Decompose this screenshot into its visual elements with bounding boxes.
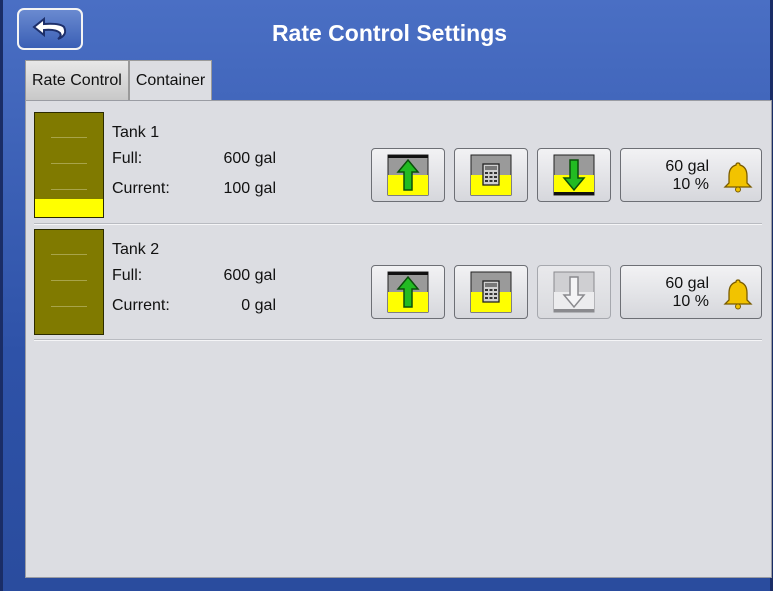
row-divider [34,223,762,225]
tank-alarm-button[interactable]: 60 gal 10 % [620,148,762,202]
current-value: 100 gal [223,180,277,197]
row-divider [34,339,762,341]
alarm-percent: 10 % [672,176,709,193]
tab-bar: Rate Control Container [25,60,213,100]
calculator-icon [470,154,512,196]
full-label: Full: [112,267,143,284]
tank-name: Tank 1 [112,124,160,141]
container-panel: Tank 1 Full: 600 gal Current: 100 gal 60… [25,100,772,578]
empty-tank-button[interactable] [537,265,611,319]
tank-row-2: Tank 2 Full: 600 gal Current: 0 gal 60 g… [34,229,762,347]
full-value: 600 gal [223,150,277,167]
tank-name: Tank 2 [112,241,160,258]
tab-rate-control[interactable]: Rate Control [25,60,129,100]
current-value: 0 gal [241,297,276,314]
fill-tank-icon [387,271,429,313]
tank-level-graphic [34,229,104,335]
bell-icon [723,162,753,193]
fill-tank-button[interactable] [371,148,445,202]
alarm-threshold: 60 gal 10 % [665,275,709,311]
fill-tank-icon [387,154,429,196]
empty-tank-icon [553,271,595,313]
full-value: 600 gal [223,267,277,284]
alarm-percent: 10 % [672,293,709,310]
empty-tank-button[interactable] [537,148,611,202]
bell-icon [723,279,753,310]
calculate-button[interactable] [454,148,528,202]
tank-level-graphic [34,112,104,218]
alarm-amount: 60 gal [665,275,709,292]
calculate-button[interactable] [454,265,528,319]
tank-alarm-button[interactable]: 60 gal 10 % [620,265,762,319]
app-window: Rate Control Settings Rate Control Conta… [0,0,773,591]
alarm-amount: 60 gal [665,158,709,175]
alarm-threshold: 60 gal 10 % [665,158,709,194]
fill-tank-button[interactable] [371,265,445,319]
title-bar: Rate Control Settings [3,0,773,68]
tank-row-1: Tank 1 Full: 600 gal Current: 100 gal 60… [34,112,762,230]
calculator-icon [470,271,512,313]
page-title: Rate Control Settings [271,20,508,46]
tank-fill-level [35,199,103,217]
full-label: Full: [112,150,143,167]
empty-tank-icon [553,154,595,196]
tab-container[interactable]: Container [128,60,213,100]
